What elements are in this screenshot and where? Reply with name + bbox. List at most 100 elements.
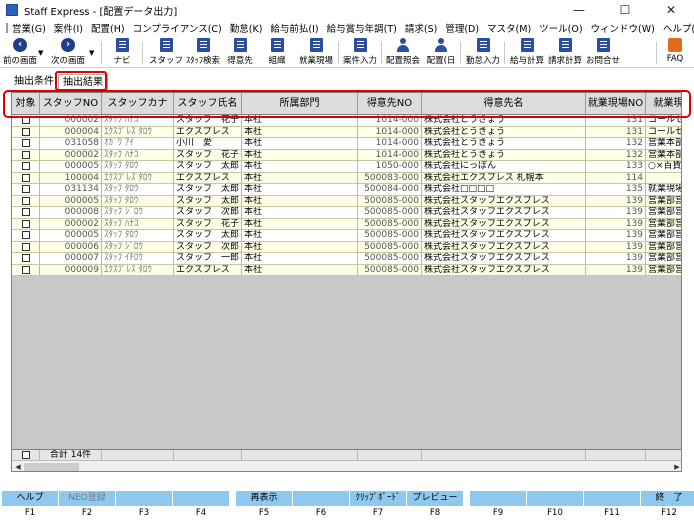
menu-item[interactable]: コンプライアンス(C) — [129, 21, 226, 35]
table-row[interactable]: 000006 ｽﾀｯﾌ ｼﾞﾛｳ スタッフ 次郎 本社 500085-000 株式会社スタ… — [12, 241, 681, 253]
menu-item[interactable]: ウィンドウ(W) — [587, 21, 659, 35]
salary-calc-button[interactable]: 給与計算 — [508, 38, 546, 66]
billing-calc-button[interactable]: 請求計算 — [546, 38, 584, 66]
inquiry-button[interactable]: お問合せ — [584, 38, 622, 66]
table-row[interactable]: 000004 ｴｸｽﾌﾟﾚｽ ﾀﾛｳ エクスプレス 本社 1014-000 株式会社とうき… — [12, 126, 681, 138]
row-checkbox[interactable] — [21, 173, 30, 182]
org-button[interactable]: 組織 — [262, 38, 292, 66]
row-checkbox[interactable] — [21, 196, 30, 205]
fkey-f2-button[interactable]: NEO登録 F2 — [59, 491, 115, 522]
menu-item[interactable]: 給与前払(I) — [266, 21, 322, 35]
chevron-down-icon[interactable]: ▼ — [89, 49, 94, 57]
row-select-cell[interactable] — [12, 172, 40, 184]
row-checkbox[interactable] — [21, 208, 30, 216]
row-checkbox[interactable] — [21, 150, 30, 159]
minimize-button[interactable]: — — [556, 0, 602, 20]
client-button[interactable]: 得意先 — [224, 38, 256, 66]
row-select-cell[interactable] — [12, 253, 40, 264]
scroll-thumb[interactable] — [24, 463, 79, 471]
row-checkbox[interactable] — [21, 162, 30, 170]
select-all-checkbox[interactable] — [21, 451, 30, 459]
chevron-down-icon[interactable]: ▼ — [38, 49, 43, 57]
assign-ref-button[interactable]: 配置照会 — [384, 38, 422, 66]
scroll-left-icon[interactable]: ◀ — [12, 461, 24, 471]
row-select-cell[interactable] — [12, 184, 40, 195]
table-cell: 139 — [586, 264, 646, 276]
fkey-f3-button[interactable]: F3 — [116, 491, 172, 522]
close-button[interactable]: ✕ — [648, 0, 694, 20]
fkey-f6-button[interactable]: F6 — [293, 491, 349, 522]
row-select-cell[interactable] — [12, 241, 40, 253]
row-select-cell[interactable] — [12, 161, 40, 172]
table-cell: 本社 — [242, 264, 358, 276]
table-row[interactable]: 000005 ｽﾀｯﾌ ﾀﾛｳ スタッフ 太郎 本社 500085-000 株式会社スタッ… — [12, 195, 681, 207]
row-select-cell[interactable] — [12, 230, 40, 241]
menu-item[interactable]: 請求(S) — [401, 21, 441, 35]
fkey-f8-button[interactable]: プレビュー F8 — [407, 491, 463, 522]
table-row[interactable]: 000005 ｽﾀｯﾌ ﾀﾛｳ スタッフ 太郎 本社 500085-000 株式会社スタッ… — [12, 230, 681, 242]
next-screen-button[interactable]: › 次の画面 — [50, 38, 86, 66]
navi-button[interactable]: ナビ — [108, 38, 136, 66]
row-select-cell[interactable] — [12, 195, 40, 207]
table-cell: コールセンター — [646, 127, 681, 138]
row-select-cell[interactable] — [12, 264, 40, 276]
table-row[interactable]: 000002 ｽﾀｯﾌ ﾊﾅｺ スタッフ 花子 本社 500085-000 株式会社スタッ… — [12, 218, 681, 230]
table-row[interactable]: 000009 ｴｸｽﾌﾟﾚｽ ﾀﾛｳ エクスプレス 本社 500085-000 株式会社ス… — [12, 264, 681, 276]
row-checkbox[interactable] — [21, 139, 30, 147]
table-row[interactable]: 000008 ｽﾀｯﾌ ｼﾞﾛｳ スタッフ 次郎 本社 500085-000 株式会社スタ… — [12, 207, 681, 219]
table-cell: 就業現場 — [646, 184, 681, 195]
table-cell: 139 — [586, 207, 646, 218]
table-cell: 500085-000 — [358, 218, 422, 230]
table-row[interactable]: 031058 ｵｶﾞﾜ ｱｲ 小川 愛本社 1014-000 株式会社とうきょう 132 営… — [12, 138, 681, 150]
fkey-f4-button[interactable]: F4 — [173, 491, 229, 522]
table-row[interactable]: 000002 ｽﾀｯﾌ ﾊﾅｺ スタッフ 花子 本社 1014-000 株式会社とうきょう… — [12, 149, 681, 161]
row-select-cell[interactable] — [12, 138, 40, 149]
table-cell: 500085-000 — [358, 253, 422, 264]
menu-item[interactable]: 管理(D) — [441, 21, 483, 35]
row-select-cell[interactable] — [12, 218, 40, 230]
menu-item[interactable]: ツール(O) — [535, 21, 586, 35]
table-row[interactable]: 100004 ｴｸｽﾌﾟﾚｽ ﾀﾛｳ エクスプレス 本社 500083-000 株式会社エ… — [12, 172, 681, 184]
staff-button[interactable]: スタッフ — [149, 38, 183, 66]
table-row[interactable]: 000007 ｽﾀｯﾌ ｲﾁﾛｳ スタッフ 一郎 本社 500085-000 株式会社スタ… — [12, 253, 681, 265]
attend-input-button[interactable]: 勤怠入力 — [464, 38, 502, 66]
menu-item[interactable]: 営業(G) — [8, 21, 50, 35]
row-checkbox[interactable] — [21, 254, 30, 262]
table-row[interactable]: 031134 ｽﾀｯﾌ ﾀﾛｳ スタッフ 太郎 本社 500084-000 株式会社□□□… — [12, 184, 681, 196]
fkey-f9-button[interactable]: F9 — [470, 491, 526, 522]
horizontal-scrollbar[interactable]: ◀ ▶ — [12, 460, 681, 471]
row-checkbox[interactable] — [21, 219, 30, 228]
row-checkbox[interactable] — [21, 231, 30, 239]
menu-item[interactable]: 勤怠(K) — [226, 21, 267, 35]
site-button[interactable]: 就業現場 — [296, 38, 336, 66]
menu-item[interactable]: 案件(I) — [50, 21, 87, 35]
menu-item[interactable]: 配置(H) — [87, 21, 129, 35]
menu-item[interactable]: ヘルプ(H) — [659, 21, 694, 35]
row-select-cell[interactable] — [12, 149, 40, 161]
scroll-right-icon[interactable]: ▶ — [671, 461, 681, 471]
case-input-button[interactable]: 案件入力 — [340, 38, 380, 66]
tab-conditions[interactable]: 抽出条件 — [10, 74, 58, 90]
row-checkbox[interactable] — [21, 127, 30, 136]
row-select-cell[interactable] — [12, 126, 40, 138]
row-checkbox[interactable] — [21, 265, 30, 274]
row-checkbox[interactable] — [21, 185, 30, 193]
fkey-f5-button[interactable]: 再表示 F5 — [236, 491, 292, 522]
staff-search-button[interactable]: ｽﾀｯﾌ検索 — [184, 38, 222, 66]
menu-item[interactable]: マスタ(M) — [483, 21, 535, 35]
results-grid[interactable]: 対象 スタッフNO スタッフカナ スタッフ氏名 所属部門 得意先NO 得意先名 … — [11, 92, 682, 472]
fkey-f1-button[interactable]: ヘルプ F1 — [2, 491, 58, 522]
maximize-button[interactable]: ☐ — [602, 0, 648, 20]
row-select-cell[interactable] — [12, 207, 40, 218]
assign-day-button[interactable]: 配置(日 — [424, 38, 458, 66]
fkey-f7-button[interactable]: ｸﾘｯﾌﾟﾎﾞｰﾄﾞ F7 — [350, 491, 406, 522]
prev-screen-button[interactable]: ‹ 前の画面 — [2, 38, 38, 66]
fkey-f10-button[interactable]: F10 — [527, 491, 583, 522]
table-row[interactable]: 000005 ｽﾀｯﾌ ﾀﾛｳ スタッフ 太郎 本社 1050-000 株式会社にっぽん 1… — [12, 161, 681, 173]
row-checkbox[interactable] — [21, 242, 30, 251]
fkey-f12-button[interactable]: 終 了 F12 — [641, 491, 694, 522]
menu-item[interactable]: 給与賞与年調(T) — [323, 21, 401, 35]
app-icon — [6, 4, 18, 16]
faq-button[interactable]: FAQ — [662, 38, 688, 66]
fkey-f11-button[interactable]: F11 — [584, 491, 640, 522]
